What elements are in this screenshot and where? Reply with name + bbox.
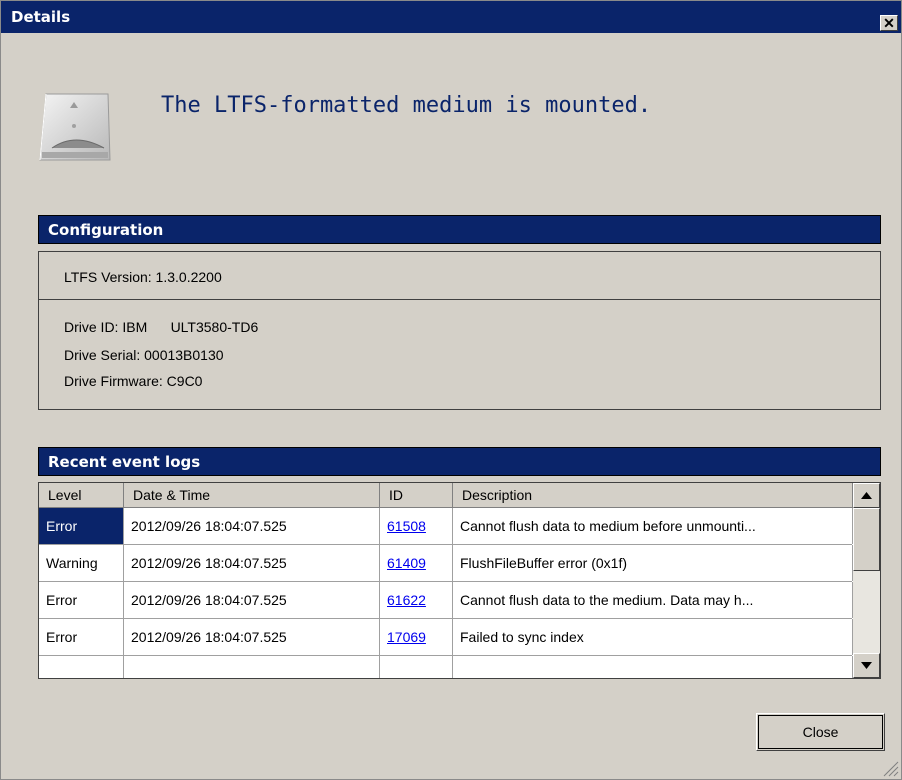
configuration-panel: LTFS Version: 1.3.0.2200 Drive ID: IBM U…	[38, 251, 881, 410]
datetime-cell: 2012/09/26 18:04:07.525	[124, 619, 380, 655]
scroll-up-button[interactable]	[853, 483, 880, 508]
scroll-down-button[interactable]	[853, 653, 880, 678]
level-cell: Error	[39, 508, 124, 544]
level-cell: Warning	[39, 545, 124, 581]
table-row[interactable]: Warning 2012/09/26 18:04:07.525 61409 Fl…	[39, 545, 853, 582]
datetime-cell	[124, 656, 380, 678]
event-logs-table[interactable]: Level Date & Time ID Description Error 2…	[38, 482, 881, 679]
id-cell	[380, 656, 453, 678]
description-cell: FlushFileBuffer error (0x1f)	[453, 545, 853, 581]
configuration-header-label: Configuration	[48, 221, 164, 239]
drive-serial-text: Drive Serial: 00013B0130	[64, 347, 224, 363]
column-header-id[interactable]: ID	[380, 483, 453, 508]
level-cell	[39, 656, 124, 678]
ltfs-version-row: LTFS Version: 1.3.0.2200	[39, 252, 880, 300]
column-header-level[interactable]: Level	[39, 483, 124, 508]
event-id-link[interactable]: 61409	[387, 555, 426, 571]
event-id-link[interactable]: 61508	[387, 518, 426, 534]
title-bar[interactable]: Details ✕	[1, 1, 901, 33]
description-cell: Cannot flush data to the medium. Data ma…	[453, 582, 853, 618]
description-cell: Failed to sync index	[453, 619, 853, 655]
vertical-scrollbar[interactable]	[853, 483, 880, 678]
tape-drive-icon	[38, 88, 112, 162]
datetime-cell: 2012/09/26 18:04:07.525	[124, 545, 380, 581]
configuration-header: Configuration	[38, 215, 881, 244]
window-title: Details	[11, 8, 71, 26]
id-cell: 61409	[380, 545, 453, 581]
description-cell: Cannot flush data to medium before unmou…	[453, 508, 853, 544]
drive-firmware-text: Drive Firmware: C9C0	[64, 373, 203, 389]
event-logs-header-label: Recent event logs	[48, 453, 201, 471]
arrow-up-icon	[861, 492, 872, 499]
close-window-button[interactable]: ✕	[880, 15, 898, 31]
table-row[interactable]: Error 2012/09/26 18:04:07.525 61622 Cann…	[39, 582, 853, 619]
table-row[interactable]: Error 2012/09/26 18:04:07.525 61508 Cann…	[39, 508, 853, 545]
arrow-down-icon	[861, 662, 872, 669]
description-cell	[453, 656, 853, 678]
event-logs-header: Recent event logs	[38, 447, 881, 476]
column-header-description[interactable]: Description	[453, 483, 853, 508]
drive-id-text: Drive ID: IBM ULT3580-TD6	[64, 319, 259, 335]
datetime-cell: 2012/09/26 18:04:07.525	[124, 508, 380, 544]
id-cell: 61622	[380, 582, 453, 618]
level-cell: Error	[39, 619, 124, 655]
close-button[interactable]: Close	[756, 713, 885, 751]
id-cell: 17069	[380, 619, 453, 655]
close-icon: ✕	[883, 15, 895, 31]
id-cell: 61508	[380, 508, 453, 544]
level-cell: Error	[39, 582, 124, 618]
status-headline: The LTFS-formatted medium is mounted.	[161, 93, 652, 118]
table-row[interactable]: Error 2012/09/26 18:04:07.525 17069 Fail…	[39, 619, 853, 656]
table-row-partial[interactable]	[39, 656, 853, 678]
datetime-cell: 2012/09/26 18:04:07.525	[124, 582, 380, 618]
event-id-link[interactable]: 61622	[387, 592, 426, 608]
details-window: Details ✕ The LTFS-formatted medium is m…	[0, 0, 902, 780]
resize-grip-icon[interactable]	[881, 759, 899, 777]
ltfs-version-text: LTFS Version: 1.3.0.2200	[64, 269, 222, 285]
column-header-datetime[interactable]: Date & Time	[124, 483, 380, 508]
event-id-link[interactable]: 17069	[387, 629, 426, 645]
scroll-thumb[interactable]	[853, 508, 880, 571]
